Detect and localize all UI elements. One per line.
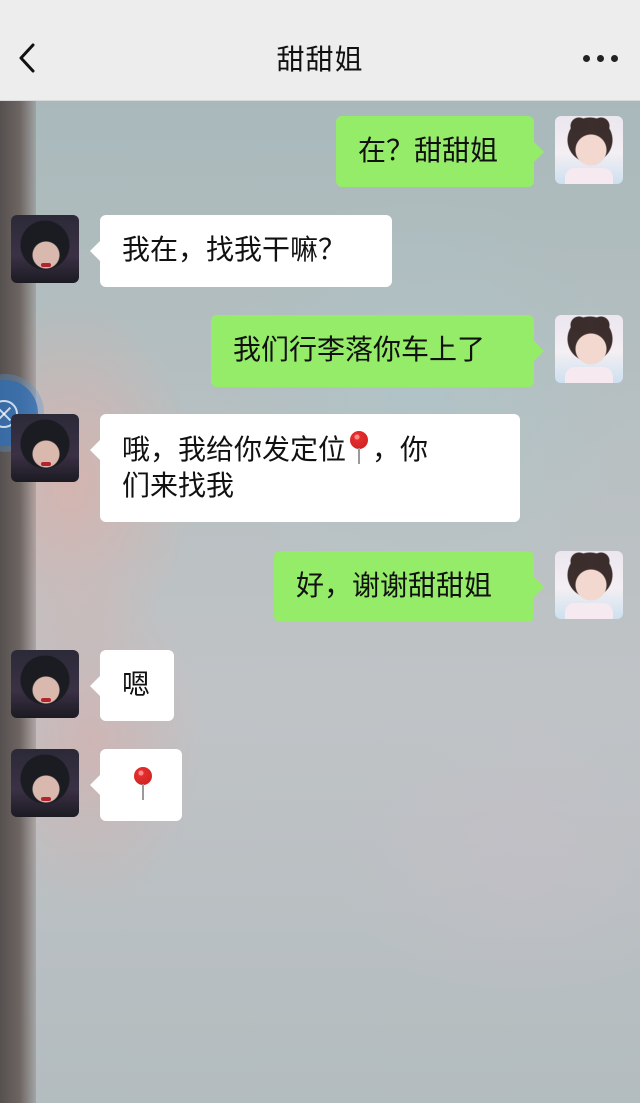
contact-avatar[interactable] — [11, 749, 79, 817]
chat-title: 甜甜姐 — [276, 43, 364, 76]
navigation-bar: 甜甜姐 — [0, 0, 640, 101]
location-pin-icon — [348, 431, 370, 465]
message-text: 们来找我 — [122, 469, 235, 502]
message-text: 嗯 — [122, 668, 151, 701]
message-bubble-received[interactable]: 我在，找我干嘛？ — [90, 215, 392, 287]
location-pin-icon — [132, 767, 154, 801]
message-text: 我们行李落你车上了 — [233, 333, 486, 366]
message-text: 我在，找我干嘛？ — [122, 233, 347, 266]
my-avatar[interactable] — [555, 315, 623, 383]
contact-avatar[interactable] — [11, 414, 79, 482]
message-text: 好，谢谢甜甜姐 — [296, 569, 493, 602]
more-button[interactable] — [574, 40, 626, 76]
contact-avatar[interactable] — [11, 215, 79, 283]
message-text: ，你 — [372, 433, 429, 466]
message-bubble-sent[interactable]: 在？甜甜姐 — [336, 116, 544, 187]
message-bubble-sent[interactable]: 好，谢谢甜甜姐 — [274, 551, 544, 622]
message-bubble-received[interactable] — [90, 749, 182, 821]
my-avatar[interactable] — [555, 116, 623, 184]
message-bubble-received[interactable]: 嗯 — [90, 650, 174, 721]
message-text: 在？甜甜姐 — [358, 134, 499, 167]
contact-avatar[interactable] — [11, 650, 79, 718]
message-bubble-sent[interactable]: 我们行李落你车上了 — [211, 315, 544, 387]
more-dots-icon — [583, 55, 590, 62]
my-avatar[interactable] — [555, 551, 623, 619]
message-bubble-received[interactable]: 哦，我给你发定位 ，你 们来找我 — [90, 414, 520, 522]
message-text: 哦，我给你发定位 — [122, 433, 347, 466]
